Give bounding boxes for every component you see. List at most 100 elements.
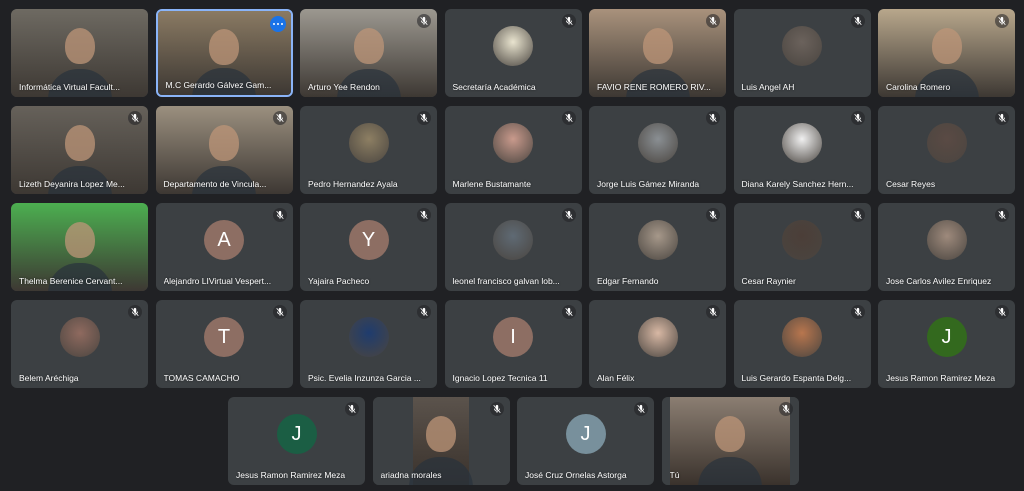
participant-tile[interactable]: Diana Karely Sanchez Hern... [733, 106, 871, 194]
participant-tile[interactable]: Luis Gerardo Espanta Delg... [733, 300, 871, 388]
participant-name: leonel francisco galvan lob... [452, 276, 560, 286]
mic-off-icon [272, 305, 287, 319]
participant-name: Diana Karely Sanchez Hern... [741, 179, 854, 189]
mic-off-icon [128, 305, 142, 319]
avatar-photo [348, 316, 389, 357]
person-silhouette [64, 125, 95, 162]
participant-name: Luis Angel AH [741, 82, 795, 92]
participant-name: Informática Virtual Facult... [19, 82, 120, 92]
participant-tile[interactable]: Jose Carlos Avilez Enriquez [878, 203, 1015, 291]
participant-name: Belem Aréchiga [19, 373, 79, 383]
mic-off-icon [561, 111, 576, 125]
participant-name: Jose Carlos Avilez Enriquez [886, 276, 992, 286]
mic-off-icon [561, 208, 576, 222]
avatar-initial: J [565, 413, 606, 454]
avatar-initial: J [926, 316, 967, 357]
mic-off-icon [850, 14, 865, 28]
avatar-photo [926, 219, 967, 260]
participant-tile[interactable]: Belem Aréchiga [11, 300, 148, 388]
mic-off-icon [778, 402, 793, 416]
participant-name: Cesar Reyes [886, 179, 936, 189]
participant-tile[interactable]: Carolina Romero [878, 9, 1015, 97]
participant-tile[interactable]: Secretaría Académica [444, 9, 582, 97]
participant-name: M.C Gerardo Gálvez Gam... [165, 80, 272, 90]
mic-off-icon [995, 111, 1009, 125]
participant-tile[interactable]: Marlene Bustamante [444, 106, 582, 194]
mic-off-icon [850, 208, 865, 222]
participant-tile[interactable]: Cesar Raynier [733, 203, 871, 291]
avatar-photo [637, 316, 678, 357]
participant-name: Alejandro LIVirtual Vespert... [163, 276, 272, 286]
participant-tile[interactable]: A Alejandro LIVirtual Vespert... [155, 203, 293, 291]
avatar-photo [493, 25, 533, 66]
avatar-initial: I [493, 316, 533, 357]
participant-name: Ignacio Lopez Tecnica 11 [452, 373, 548, 383]
participant-name: Luis Gerardo Espanta Delg... [741, 373, 852, 383]
mic-off-icon [850, 305, 865, 319]
participant-tile[interactable]: J José Cruz Ornelas Astorga [517, 397, 654, 485]
participant-tile[interactable]: Edgar Fernando [589, 203, 726, 291]
participant-name: Jesus Ramon Ramirez Meza [886, 373, 996, 383]
mic-off-icon [417, 14, 431, 28]
participant-tile[interactable]: Psic. Evelia Inzunza Garcia ... [300, 300, 437, 388]
mic-off-icon [272, 208, 287, 222]
participant-tile[interactable]: FAVIO RENE ROMERO RIV... [589, 9, 726, 97]
participant-tile[interactable]: leonel francisco galvan lob... [444, 203, 582, 291]
avatar-photo [782, 219, 822, 260]
mic-off-icon [995, 305, 1009, 319]
participant-tile[interactable]: Y Yajaira Pacheco [300, 203, 437, 291]
participant-name: Jorge Luis Gámez Miranda [597, 179, 700, 189]
participant-name: Jesus Ramon Ramirez Meza [236, 470, 346, 480]
participant-tile[interactable]: Lizeth Deyanira Lopez Me... [11, 106, 148, 194]
participant-name: FAVIO RENE ROMERO RIV... [597, 82, 711, 92]
participant-tile[interactable]: Departamento de Vincula... [155, 106, 293, 194]
participant-name: ariadna morales [380, 470, 442, 480]
participant-name: TOMAS CAMACHO [163, 373, 240, 383]
avatar-photo [348, 122, 389, 163]
more-options-icon[interactable] [269, 16, 286, 32]
participant-tile[interactable]: Cesar Reyes [878, 106, 1015, 194]
participant-name: Secretaría Académica [452, 82, 536, 92]
mic-off-icon [561, 305, 576, 319]
participant-tile[interactable]: Alan Félix [589, 300, 726, 388]
mic-off-icon [489, 402, 504, 416]
mic-off-icon [561, 14, 576, 28]
mic-off-icon [417, 111, 431, 125]
person-silhouette [353, 28, 384, 65]
participant-tile[interactable]: Pedro Hernandez Ayala [300, 106, 437, 194]
participant-grid: Informática Virtual Facult... M.C Gerardo… [0, 0, 1024, 491]
person-silhouette [931, 28, 962, 65]
person-silhouette [715, 416, 745, 453]
participant-tile[interactable]: Thelma Berenice Cervant... [11, 203, 148, 291]
avatar-initial: T [204, 316, 244, 357]
mic-off-icon [345, 402, 359, 416]
mic-off-icon [995, 14, 1009, 28]
avatar-photo [782, 316, 822, 357]
participant-tile[interactable]: Jorge Luis Gámez Miranda [589, 106, 726, 194]
person-silhouette [209, 29, 239, 66]
participant-tile[interactable]: Arturo Yee Rendon [300, 9, 437, 97]
participant-name: Tú [669, 470, 680, 480]
participant-tile[interactable]: Tú [661, 397, 799, 485]
avatar-photo [782, 25, 822, 66]
avatar-photo [926, 122, 967, 163]
person-silhouette [642, 28, 673, 65]
participant-tile[interactable]: ariadna morales [372, 397, 510, 485]
avatar-photo [782, 122, 822, 163]
person-silhouette [209, 125, 239, 162]
participant-name: Lizeth Deyanira Lopez Me... [19, 179, 125, 189]
mic-off-icon [850, 111, 865, 125]
participant-tile[interactable]: T TOMAS CAMACHO [155, 300, 293, 388]
participant-tile[interactable]: Luis Angel AH [733, 9, 871, 97]
mic-off-icon [995, 208, 1009, 222]
participant-tile[interactable]: M.C Gerardo Gálvez Gam... [155, 9, 293, 97]
participant-name: Departamento de Vincula... [163, 179, 267, 189]
person-silhouette [426, 416, 456, 453]
participant-tile[interactable]: I Ignacio Lopez Tecnica 11 [444, 300, 582, 388]
participant-tile[interactable]: J Jesus Ramon Ramirez Meza [228, 397, 365, 485]
participant-name: Marlene Bustamante [452, 179, 531, 189]
avatar-initial: J [276, 413, 317, 454]
mic-off-icon [706, 14, 720, 28]
participant-tile[interactable]: Informática Virtual Facult... [11, 9, 148, 97]
participant-tile[interactable]: J Jesus Ramon Ramirez Meza [878, 300, 1015, 388]
